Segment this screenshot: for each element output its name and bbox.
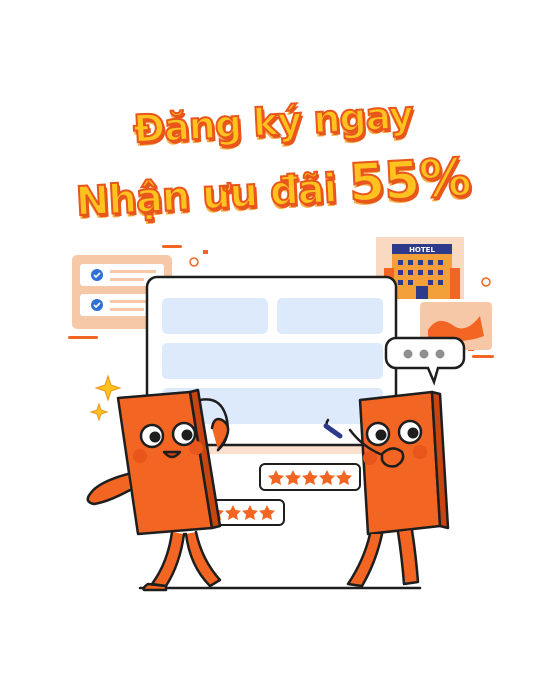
hotel-sign-text: HOTEL bbox=[409, 246, 435, 254]
illustration: HOTEL bbox=[68, 237, 494, 592]
sparkle-icon bbox=[89, 374, 122, 422]
chat-bubble-icon bbox=[384, 336, 466, 386]
